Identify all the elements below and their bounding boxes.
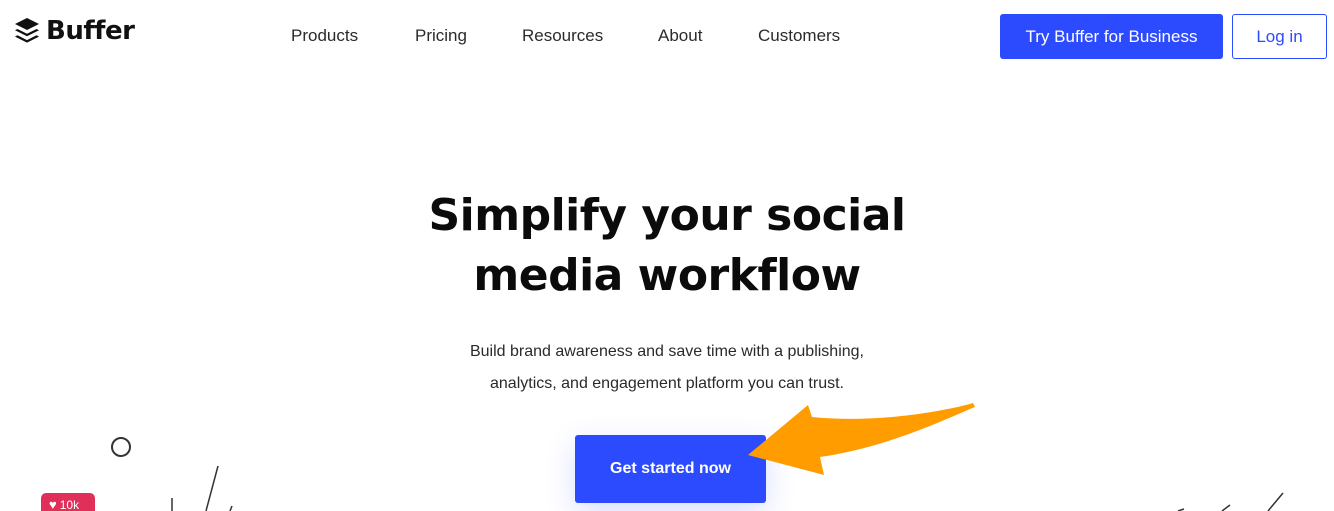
nav-pricing[interactable]: Pricing xyxy=(415,24,467,48)
nav-products[interactable]: Products xyxy=(291,24,358,48)
hero-subtitle-line-1: Build brand awareness and save time with… xyxy=(469,343,864,360)
nav-about[interactable]: About xyxy=(658,24,702,48)
nav-customers[interactable]: Customers xyxy=(758,24,840,48)
hero-title-line-2: media workflow xyxy=(473,250,861,301)
hero-subtitle: Build brand awareness and save time with… xyxy=(417,336,917,400)
try-buffer-for-business-button[interactable]: Try Buffer for Business xyxy=(1000,14,1223,59)
decorative-lines-left xyxy=(171,465,233,511)
hero-subtitle-line-2: analytics, and engagement platform you c… xyxy=(490,375,844,392)
hero-title-line-1: Simplify your social xyxy=(428,190,906,241)
arrow-annotation-icon xyxy=(748,403,975,475)
hero-title: Simplify your social media workflow xyxy=(367,186,967,306)
like-count: 10k xyxy=(59,498,80,511)
login-button[interactable]: Log in xyxy=(1232,14,1327,59)
like-count-badge: ♥ 10k xyxy=(41,493,95,511)
decorative-circle xyxy=(111,437,131,457)
nav-resources[interactable]: Resources xyxy=(522,24,603,48)
get-started-button[interactable]: Get started now xyxy=(575,435,766,503)
decorative-lines-right xyxy=(1177,492,1284,511)
heart-icon: ♥ xyxy=(49,497,57,511)
page: Buffer Products Pricing Resources About … xyxy=(0,0,1334,511)
